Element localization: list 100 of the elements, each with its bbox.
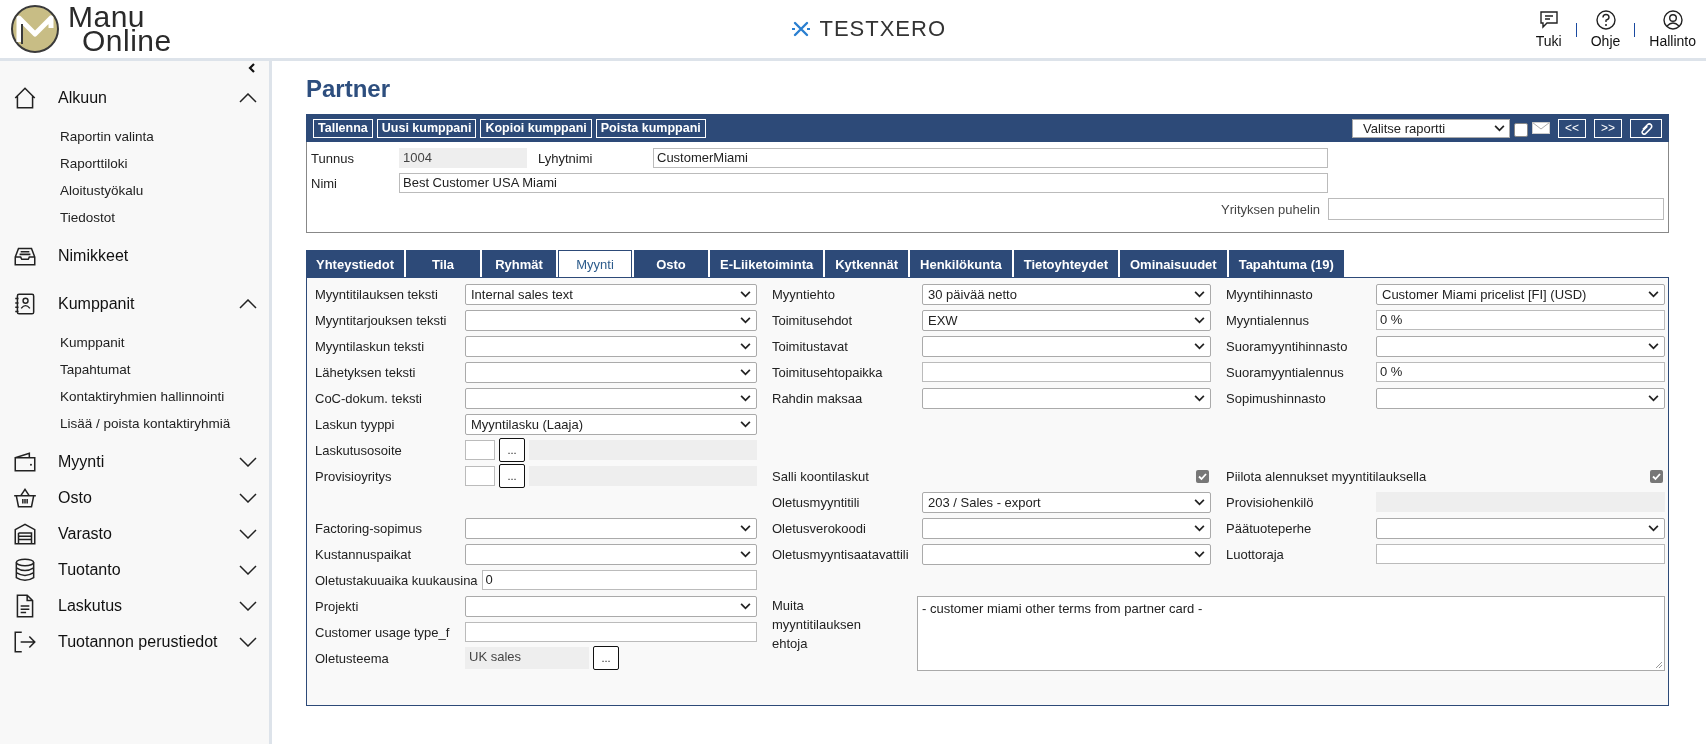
dropdown-field[interactable] (465, 543, 757, 565)
phone-field[interactable] (1328, 198, 1664, 220)
dropdown-field[interactable]: EXW (922, 309, 1211, 331)
tab[interactable]: Ominaisuudet (1119, 250, 1227, 277)
toolbar-button[interactable]: Uusi kumppani (376, 118, 477, 138)
submenu-item[interactable]: Kumppanit (60, 335, 125, 350)
checkbox[interactable] (1650, 469, 1663, 483)
tab[interactable]: Myynti (558, 250, 632, 277)
tab[interactable]: Kytkennät (825, 250, 909, 277)
chevron-down-icon[interactable] (239, 529, 257, 539)
chevron-up-icon[interactable] (239, 93, 257, 103)
lookup-button[interactable]: ... (499, 438, 525, 462)
dropdown-field[interactable] (1376, 335, 1665, 357)
short-name-field[interactable]: CustomerMiami (653, 148, 1328, 168)
attachment-button[interactable] (1630, 118, 1662, 138)
chevron-down-icon[interactable] (239, 601, 257, 611)
dropdown-field[interactable] (465, 335, 757, 357)
chevron-down-icon[interactable] (239, 565, 257, 575)
dropdown-field[interactable] (922, 335, 1211, 357)
menu-item[interactable]: Osto (58, 489, 219, 507)
dropdown-field[interactable] (922, 543, 1211, 565)
nav-button[interactable]: >> (1594, 118, 1622, 138)
text-field[interactable]: 0 % (1376, 310, 1665, 330)
dropdown-field[interactable] (465, 361, 757, 383)
code-field[interactable] (465, 440, 495, 460)
chevron-down-icon[interactable] (239, 637, 257, 647)
menu-item[interactable]: Myynti (58, 453, 219, 471)
toolbar-button[interactable]: Kopioi kumppani (480, 118, 592, 138)
field-label: Oletusverokoodi (772, 520, 867, 536)
text-field[interactable]: UK sales (465, 647, 589, 669)
chevron-down-icon (1194, 342, 1205, 350)
submenu-item[interactable]: Raporttiloki (60, 156, 128, 171)
tab[interactable]: Henkilökunta (910, 250, 1012, 277)
submenu-item[interactable]: Tiedostot (60, 210, 116, 225)
dropdown-field[interactable] (1376, 387, 1665, 409)
menu-item[interactable]: Kumppanit (58, 295, 219, 313)
tab[interactable]: Tapahtuma (19) (1228, 250, 1344, 277)
tab[interactable]: Tila (406, 250, 480, 277)
header-link[interactable]: Hallinto (1649, 33, 1696, 49)
dropdown-field[interactable] (465, 309, 757, 331)
menu-item[interactable]: Laskutus (58, 597, 219, 615)
menu-item[interactable]: Nimikkeet (58, 247, 257, 265)
toolbar-button[interactable]: Poista kumppani (595, 118, 706, 138)
submenu-item[interactable]: Kontaktiryhmien hallinnointi (60, 389, 225, 404)
dropdown-field[interactable]: 30 päivää netto (922, 283, 1211, 305)
dropdown-field[interactable] (1376, 517, 1665, 539)
id-field[interactable]: 1004 (399, 148, 527, 168)
lookup-button[interactable]: ... (499, 464, 525, 488)
chevron-down-icon (1194, 290, 1205, 298)
text-field[interactable] (465, 622, 757, 642)
dropdown-field[interactable]: 203 / Sales - export (922, 491, 1211, 513)
dropdown-field[interactable] (465, 387, 757, 409)
text-field[interactable] (1376, 544, 1665, 564)
tab[interactable]: E-Liiketoiminta (710, 250, 824, 277)
dropdown-field[interactable] (465, 517, 757, 539)
nav-button[interactable]: << (1558, 118, 1586, 138)
submenu-item[interactable]: Tapahtumat (60, 362, 131, 377)
text-field[interactable]: 0 (481, 570, 757, 590)
text-field[interactable] (922, 362, 1211, 382)
submenu-item[interactable]: Lisää / poista kontaktiryhmiä (60, 416, 231, 431)
chevron-down-icon[interactable] (239, 457, 257, 467)
chevron-down-icon (1194, 394, 1205, 402)
name-field[interactable]: Best Customer USA Miami (399, 173, 1328, 193)
report-dropdown[interactable]: Valitse raportti (1352, 118, 1510, 138)
submenu-item[interactable]: Raportin valinta (60, 129, 154, 144)
header-link[interactable]: Tuki (1535, 33, 1562, 49)
menu-item[interactable]: Tuotanto (58, 561, 219, 579)
tab[interactable]: Osto (634, 250, 708, 277)
lookup-button[interactable]: ... (593, 646, 619, 670)
dropdown-field[interactable]: Myyntilasku (Laaja) (465, 413, 757, 435)
field-label: Nimi (311, 175, 338, 191)
code-field[interactable] (465, 466, 495, 486)
field-label: Toimitustavat (772, 338, 849, 354)
chevron-up-icon[interactable] (239, 299, 257, 309)
menu-item[interactable]: Tuotannon perustiedot (58, 633, 219, 651)
field-label: Myyntitilauksen teksti (315, 286, 439, 302)
chevron-down-icon[interactable] (239, 493, 257, 503)
submenu-item[interactable]: Aloitustyökalu (60, 183, 144, 198)
house-icon (12, 85, 38, 111)
dropdown-field[interactable] (465, 595, 757, 617)
checkbox[interactable] (1196, 469, 1209, 483)
tab[interactable]: Ryhmät (482, 250, 556, 277)
header-link[interactable]: Ohje (1590, 33, 1621, 49)
chevron-down-icon (1648, 524, 1659, 532)
text-area[interactable]: - customer miami other terms from partner card - (917, 596, 1665, 671)
toolbar-button[interactable]: Tallenna (313, 118, 373, 138)
tab[interactable]: Tietoyhteydet (1013, 250, 1118, 277)
dropdown-field[interactable] (922, 387, 1211, 409)
dropdown-field[interactable] (922, 517, 1211, 539)
dropdown-field[interactable]: Internal sales text (465, 283, 757, 305)
menu-item[interactable]: Varasto (58, 525, 219, 543)
field-label: Rahdin maksaa (772, 390, 864, 406)
text-field[interactable]: 0 % (1376, 362, 1665, 382)
field-label: Piilota alennukset myyntitilauksella (1226, 468, 1427, 484)
dropdown-field[interactable]: Customer Miami pricelist [FI] (USD) (1376, 283, 1665, 305)
tab[interactable]: Yhteystiedot (306, 250, 404, 277)
email-checkbox[interactable] (1514, 122, 1528, 137)
chevron-down-icon (740, 342, 751, 350)
collapse-chevron-icon[interactable] (247, 63, 257, 73)
menu-item[interactable]: Alkuun (58, 89, 219, 107)
